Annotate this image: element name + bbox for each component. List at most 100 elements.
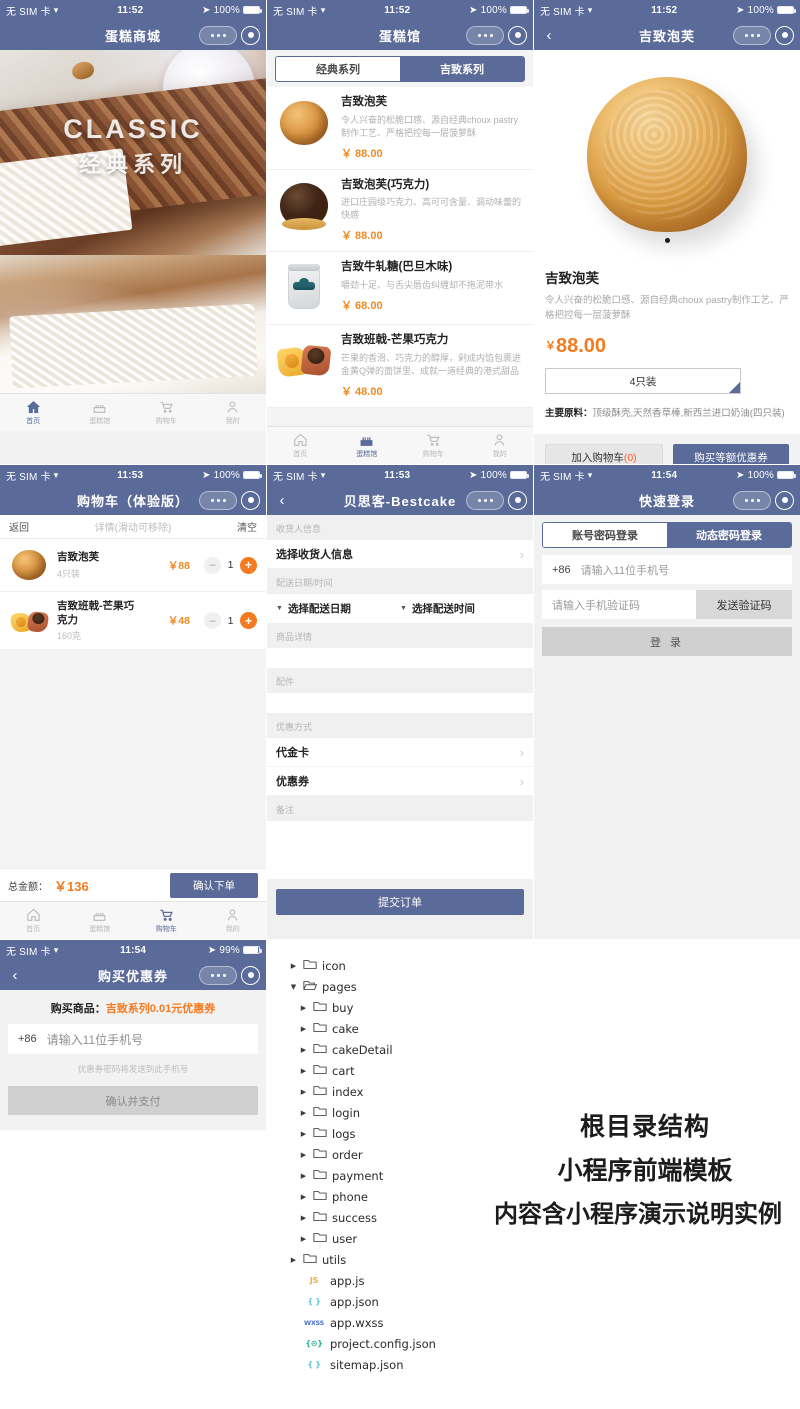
tab-home[interactable]: 首页 xyxy=(0,399,67,426)
close-icon[interactable] xyxy=(241,490,260,510)
buy-coupon-button[interactable]: 购买等额优惠券 xyxy=(673,443,789,464)
tab-sms-login[interactable]: 动态密码登录 xyxy=(667,523,791,547)
send-code-button[interactable]: 发送验证码 xyxy=(696,590,792,619)
confirm-pay-button[interactable]: 确认并支付 xyxy=(8,1086,258,1115)
cart-row[interactable]: 吉致班戟-芒果巧克力 160克 ￥48 − 1 + xyxy=(0,592,266,651)
tab-cake[interactable]: 蛋糕馆 xyxy=(67,907,134,934)
phone-field[interactable]: +86 请输入11位手机号 xyxy=(542,555,792,584)
chevron-right-icon[interactable]: ▶ xyxy=(289,962,298,970)
tab-cart[interactable]: 购物车 xyxy=(133,399,200,426)
chevron-down-icon[interactable]: ▼ xyxy=(289,983,298,991)
close-icon[interactable] xyxy=(241,965,260,985)
tab-cart[interactable]: 购物车 xyxy=(400,432,467,459)
receiver-row[interactable]: 选择收货人信息 › xyxy=(267,540,533,569)
back-icon[interactable]: ‹ xyxy=(540,28,558,43)
tree-row-cake[interactable]: ▶ cake xyxy=(267,1018,567,1039)
close-icon[interactable] xyxy=(508,490,527,510)
more-icon[interactable] xyxy=(199,25,237,45)
spec-select[interactable]: 4只装 xyxy=(545,368,741,395)
wechat-capsule[interactable] xyxy=(199,25,260,45)
tree-row-icon[interactable]: ▶ icon xyxy=(267,955,567,976)
tab-classic-series[interactable]: 经典系列 xyxy=(276,57,400,81)
chevron-right-icon[interactable]: ▶ xyxy=(299,1130,308,1138)
close-icon[interactable] xyxy=(241,25,260,45)
tab-cart[interactable]: 购物车 xyxy=(133,907,200,934)
chevron-right-icon[interactable]: ▶ xyxy=(299,1025,308,1033)
tree-row-index[interactable]: ▶ index xyxy=(267,1081,567,1102)
wechat-capsule[interactable] xyxy=(733,490,794,510)
product-item[interactable]: 吉致班戟-芒果巧克力 芒果的香滑、巧克力的醇厚，剁成内馅包裹进金黄Q弹的面饼里、… xyxy=(267,325,533,408)
chevron-right-icon[interactable]: ▶ xyxy=(289,1256,298,1264)
tree-row-cart[interactable]: ▶ cart xyxy=(267,1060,567,1081)
chevron-right-icon[interactable]: ▶ xyxy=(299,1214,308,1222)
banner-classic[interactable]: CLASSIC 经典系列 xyxy=(0,50,266,255)
tree-row-app-wxss[interactable]: WXSS app.wxss xyxy=(267,1312,567,1333)
decrease-button[interactable]: − xyxy=(204,556,221,574)
tab-home[interactable]: 首页 xyxy=(0,907,67,934)
confirm-order-button[interactable]: 确认下单 xyxy=(170,872,258,898)
chevron-right-icon[interactable]: ▶ xyxy=(299,1046,308,1054)
wechat-capsule[interactable] xyxy=(199,490,260,510)
chevron-right-icon[interactable]: ▶ xyxy=(299,1193,308,1201)
tab-user[interactable]: 我的 xyxy=(200,907,267,934)
chevron-right-icon[interactable]: ▶ xyxy=(299,1172,308,1180)
more-icon[interactable] xyxy=(199,965,237,985)
tree-row-sitemap[interactable]: { } sitemap.json xyxy=(267,1354,567,1375)
more-icon[interactable] xyxy=(466,490,504,510)
wechat-capsule[interactable] xyxy=(733,25,794,45)
back-link[interactable]: 返回 xyxy=(9,519,29,534)
tab-home[interactable]: 首页 xyxy=(267,432,334,459)
more-icon[interactable] xyxy=(466,25,504,45)
tree-row-app-json[interactable]: { } app.json xyxy=(267,1291,567,1312)
sms-code-input[interactable]: 请输入手机验证码 xyxy=(542,590,696,619)
more-icon[interactable] xyxy=(199,490,237,510)
chevron-right-icon[interactable]: ▶ xyxy=(299,1109,308,1117)
tab-password-login[interactable]: 账号密码登录 xyxy=(543,523,667,547)
tab-user[interactable]: 我的 xyxy=(200,399,267,426)
login-button[interactable]: 登 录 xyxy=(542,627,792,656)
decrease-button[interactable]: − xyxy=(204,612,221,630)
wechat-capsule[interactable] xyxy=(466,490,527,510)
tab-user[interactable]: 我的 xyxy=(467,432,534,459)
more-icon[interactable] xyxy=(733,490,771,510)
tab-jizhi-series[interactable]: 吉致系列 xyxy=(400,57,524,81)
submit-order-button[interactable]: 提交订单 xyxy=(276,889,524,915)
product-item[interactable]: 吉致泡芙 令人兴奋的松脆口感、源自经典choux pastry制作工艺、严格把控… xyxy=(267,87,533,170)
close-icon[interactable] xyxy=(775,490,794,510)
clear-cart-link[interactable]: 清空 xyxy=(237,519,257,534)
tree-row-project-config[interactable]: {⊙} project.config.json xyxy=(267,1333,567,1354)
chevron-right-icon[interactable]: ▶ xyxy=(299,1088,308,1096)
date-picker[interactable]: ▼ 选择配送日期 xyxy=(276,601,400,616)
tab-cake[interactable]: 蛋糕馆 xyxy=(67,399,134,426)
tree-row-pages[interactable]: ▼ pages xyxy=(267,976,567,997)
product-image-carousel[interactable] xyxy=(534,50,800,258)
back-icon[interactable]: ‹ xyxy=(6,968,24,983)
increase-button[interactable]: + xyxy=(240,612,257,630)
cart-row[interactable]: 吉致泡芙 4只装 ￥88 − 1 + xyxy=(0,539,266,592)
note-input[interactable] xyxy=(267,821,533,879)
add-to-cart-button[interactable]: 加入购物车 (0) xyxy=(545,443,663,464)
chevron-right-icon[interactable]: ▶ xyxy=(299,1151,308,1159)
coupon-phone-field[interactable]: +86 请输入11位手机号 xyxy=(8,1024,258,1054)
product-item[interactable]: 吉致牛轧糖(巴旦木味) 嚼劲十足、与舌尖唇齿纠缠却不拖泥带水 ￥ 68.00 xyxy=(267,252,533,326)
chevron-right-icon[interactable]: ▶ xyxy=(299,1067,308,1075)
voucher-row[interactable]: 代金卡 › xyxy=(267,738,533,767)
wechat-capsule[interactable] xyxy=(466,25,527,45)
wechat-capsule[interactable] xyxy=(199,965,260,985)
time-picker[interactable]: ▼ 选择配送时间 xyxy=(400,601,524,616)
tree-row-cakedetail[interactable]: ▶ cakeDetail xyxy=(267,1039,567,1060)
tree-row-utils[interactable]: ▶ utils xyxy=(267,1249,567,1270)
chevron-right-icon[interactable]: ▶ xyxy=(299,1235,308,1243)
back-icon[interactable]: ‹ xyxy=(273,493,291,508)
close-icon[interactable] xyxy=(775,25,794,45)
increase-button[interactable]: + xyxy=(240,556,257,574)
banner-secondary[interactable] xyxy=(0,255,266,393)
tab-cake[interactable]: 蛋糕馆 xyxy=(334,432,401,459)
coupon-row[interactable]: 优惠券 › xyxy=(267,767,533,796)
chevron-right-icon[interactable]: ▶ xyxy=(299,1004,308,1012)
product-item[interactable]: 吉致泡芙(巧克力) 进口庄园级巧克力、高可可含量、调动味蕾的快感 ￥ 88.00 xyxy=(267,170,533,253)
tree-row-buy[interactable]: ▶ buy xyxy=(267,997,567,1018)
close-icon[interactable] xyxy=(508,25,527,45)
tree-row-app-js[interactable]: JS app.js xyxy=(267,1270,567,1291)
more-icon[interactable] xyxy=(733,25,771,45)
